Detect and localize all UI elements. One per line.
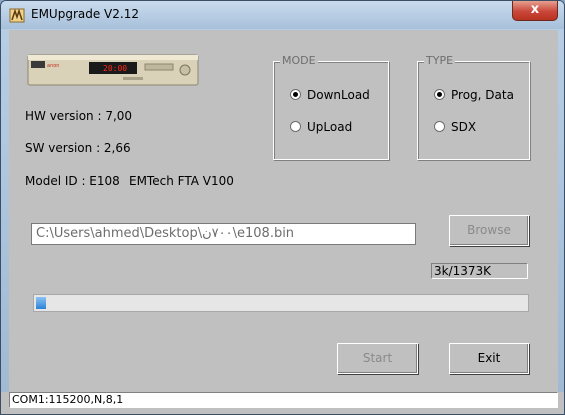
progress-fill — [36, 297, 46, 309]
close-button[interactable]: x — [512, 1, 558, 21]
close-icon: x — [530, 2, 540, 17]
app-window: EMUpgrade V2.12 x anon 20:00 HW version … — [0, 0, 565, 415]
radio-prog-data-label: Prog, Data — [451, 88, 514, 102]
file-path-field[interactable]: C:\Users\ahmed\Desktop\٧٠٠ن\e108.bin — [31, 223, 416, 245]
model-name-label: EMTech FTA V100 — [129, 174, 234, 188]
window-title: EMUpgrade V2.12 — [31, 7, 139, 21]
mode-group: MODE DownLoad UpLoad — [273, 54, 389, 160]
radio-download-label: DownLoad — [307, 88, 370, 102]
radio-sdx-label: SDX — [451, 120, 477, 134]
radio-prog-data-indicator — [434, 89, 445, 100]
client-area: anon 20:00 HW version : 7,00 SW version … — [9, 30, 558, 392]
radio-sdx[interactable]: SDX — [434, 120, 476, 134]
start-button[interactable]: Start — [337, 343, 418, 374]
type-group: TYPE Prog, Data SDX — [417, 54, 530, 160]
radio-download-indicator — [290, 89, 301, 100]
status-port-text: COM1:115200,N,8,1 — [9, 392, 558, 408]
radio-download[interactable]: DownLoad — [290, 88, 370, 102]
radio-sdx-indicator — [434, 121, 445, 132]
status-bar: COM1:115200,N,8,1 — [1, 392, 564, 414]
mode-group-title: MODE — [280, 54, 318, 67]
radio-upload-label: UpLoad — [307, 120, 353, 134]
title-bar[interactable]: EMUpgrade V2.12 x — [1, 1, 564, 29]
exit-button[interactable]: Exit — [449, 343, 529, 374]
app-icon — [9, 8, 25, 23]
progress-bar — [33, 294, 529, 312]
hw-version-label: HW version : 7,00 — [25, 109, 133, 123]
radio-prog-data[interactable]: Prog, Data — [434, 88, 514, 102]
sw-version-label: SW version : 2,66 — [25, 141, 131, 155]
browse-button[interactable]: Browse — [449, 215, 529, 246]
radio-upload[interactable]: UpLoad — [290, 120, 352, 134]
device-brand-text: anon — [47, 63, 59, 69]
type-group-title: TYPE — [424, 54, 456, 67]
device-clock: 20:00 — [103, 64, 127, 73]
radio-upload-indicator — [290, 121, 301, 132]
model-id-label: Model ID : E108 — [25, 174, 120, 188]
transfer-counter: 3k/1373K — [431, 263, 528, 279]
receiver-image: anon 20:00 — [27, 54, 199, 86]
